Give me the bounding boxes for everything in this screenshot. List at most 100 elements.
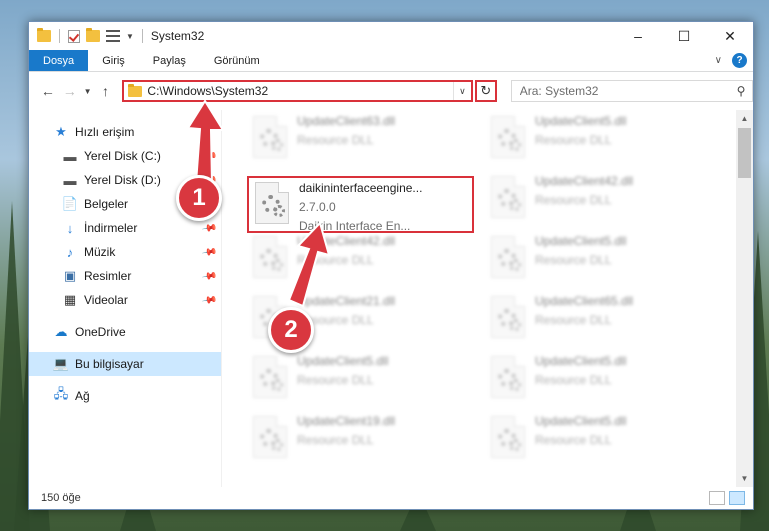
sidebar-item-onedrive[interactable]: ☁ OneDrive bbox=[29, 320, 221, 344]
scroll-up-icon[interactable]: ▲ bbox=[736, 110, 753, 127]
help-icon[interactable]: ? bbox=[732, 53, 747, 68]
up-arrow-icon[interactable]: ↑ bbox=[95, 83, 117, 99]
item-count: 150 öğe bbox=[41, 492, 81, 504]
sidebar-item-videos[interactable]: ▦ Videolar 📌 bbox=[29, 288, 221, 312]
sidebar-item-quick-access[interactable]: ★ Hızlı erişim bbox=[29, 120, 221, 144]
large-icons-view-icon[interactable] bbox=[729, 491, 745, 505]
pin-icon[interactable]: 📌 bbox=[201, 292, 218, 308]
sidebar-item-label: Hızlı erişim bbox=[75, 125, 135, 139]
search-box[interactable]: ⚲ bbox=[510, 80, 753, 102]
tab-share[interactable]: Paylaş bbox=[139, 50, 200, 71]
music-icon: ♪ bbox=[66, 244, 74, 260]
dll-file-icon bbox=[491, 296, 525, 338]
close-button[interactable]: ✕ bbox=[707, 22, 753, 50]
download-icon: ↓ bbox=[66, 220, 74, 236]
sidebar-item-label: Resimler bbox=[84, 269, 132, 283]
search-icon[interactable]: ⚲ bbox=[730, 84, 752, 98]
file-tile[interactable]: UpdateClient42.dll Resource DLL bbox=[247, 228, 477, 288]
file-tile[interactable]: UpdateClient5.dll Resource DLL bbox=[485, 110, 715, 168]
drive-icon: ▬ bbox=[63, 148, 77, 164]
vertical-scrollbar[interactable]: ▲ ▼ bbox=[736, 110, 753, 487]
dll-file-icon bbox=[253, 416, 287, 458]
minimize-button[interactable]: – bbox=[615, 22, 661, 50]
file-tile[interactable]: UpdateClient5.dll Resource DLL bbox=[485, 348, 715, 408]
tab-file[interactable]: Dosya bbox=[29, 50, 89, 71]
sidebar-item-label: Ağ bbox=[75, 389, 90, 403]
refresh-button[interactable]: ↻ bbox=[474, 80, 497, 102]
maximize-button[interactable]: ☐ bbox=[661, 22, 707, 50]
sidebar-item-pictures[interactable]: ▣ Resimler 📌 bbox=[29, 264, 221, 288]
sidebar-item-local-disk-c[interactable]: ▬ Yerel Disk (C:) 📌 bbox=[29, 144, 221, 168]
dll-file-icon bbox=[491, 176, 525, 218]
sidebar-item-label: İndirmeler bbox=[84, 221, 138, 235]
file-tile[interactable]: UpdateClient63.dll Resource DLL bbox=[247, 110, 477, 168]
refresh-icon: ↻ bbox=[480, 83, 492, 98]
dll-file-icon bbox=[253, 356, 287, 398]
scroll-down-icon[interactable]: ▼ bbox=[736, 470, 753, 487]
sidebar-item-label: Bu bilgisayar bbox=[75, 357, 144, 371]
file-tile[interactable]: UpdateClient19.dll Resource DLL bbox=[247, 408, 477, 468]
sidebar-item-this-pc[interactable]: 💻 Bu bilgisayar bbox=[29, 352, 221, 376]
pin-icon[interactable]: 📌 bbox=[201, 220, 218, 236]
videos-icon: ▦ bbox=[63, 292, 77, 307]
file-tile[interactable]: UpdateClient5.dll Resource DLL bbox=[247, 348, 477, 408]
view-icon[interactable] bbox=[106, 30, 120, 42]
status-bar: 150 öğe bbox=[29, 487, 753, 509]
recent-locations-icon[interactable]: ▼ bbox=[81, 87, 95, 96]
folder-icon bbox=[128, 83, 143, 97]
drive-icon: ▬ bbox=[63, 172, 77, 188]
file-list: UpdateClient63.dll Resource DLL UpdateCli… bbox=[222, 110, 753, 487]
back-arrow-icon[interactable]: ← bbox=[37, 83, 59, 99]
dll-file-icon bbox=[491, 416, 525, 458]
computer-icon: 💻 bbox=[52, 356, 70, 371]
dll-file-icon bbox=[491, 236, 525, 278]
dll-file-icon bbox=[253, 116, 287, 158]
ribbon-tabs: Dosya Giriş Paylaş Görünüm ∨ ? bbox=[29, 50, 753, 72]
sidebar-item-label: Müzik bbox=[84, 245, 116, 259]
dll-file-icon bbox=[491, 116, 525, 158]
file-tile[interactable]: UpdateClient65.dll Resource DLL bbox=[485, 288, 715, 348]
address-bar[interactable]: C:\Windows\System32 ∨ bbox=[122, 80, 473, 102]
file-version: 2.7.0.0 bbox=[299, 200, 336, 214]
address-dropdown-icon[interactable]: ∨ bbox=[452, 82, 471, 100]
star-icon: ★ bbox=[55, 124, 67, 139]
sidebar-item-network[interactable]: 🖧 Ağ bbox=[29, 384, 221, 408]
new-folder-icon[interactable] bbox=[86, 28, 100, 42]
dll-file-icon bbox=[255, 182, 289, 224]
pin-icon[interactable]: 📌 bbox=[201, 148, 218, 164]
sidebar-item-label: Videolar bbox=[84, 293, 128, 307]
file-tile[interactable]: UpdateClient42.dll Resource DLL bbox=[485, 168, 715, 228]
navigation-bar: ← → ▼ ↑ C:\Windows\System32 ∨ ↻ ⚲ bbox=[29, 72, 753, 110]
file-explorer-window: ▼ System32 – ☐ ✕ Dosya Giriş Paylaş Görü… bbox=[28, 21, 754, 510]
scrollbar-thumb[interactable] bbox=[738, 128, 751, 178]
step-2-badge: 2 bbox=[268, 307, 314, 353]
pin-icon[interactable]: 📌 bbox=[201, 244, 218, 260]
file-tile[interactable]: UpdateClient5.dll Resource DLL bbox=[485, 228, 715, 288]
sidebar-item-label: Yerel Disk (D:) bbox=[84, 173, 161, 187]
expand-ribbon-icon[interactable]: ∨ bbox=[715, 55, 722, 66]
file-tile-daikin[interactable]: daikininterfaceengine... 2.7.0.0 Daikin … bbox=[247, 176, 474, 233]
address-path[interactable]: C:\Windows\System32 bbox=[147, 84, 452, 98]
search-input[interactable] bbox=[519, 84, 730, 98]
title-bar: ▼ System32 – ☐ ✕ bbox=[29, 22, 753, 50]
pin-icon[interactable]: 📌 bbox=[201, 268, 218, 284]
forward-arrow-icon[interactable]: → bbox=[59, 83, 81, 99]
pictures-icon: ▣ bbox=[63, 268, 77, 283]
sidebar-item-music[interactable]: ♪ Müzik 📌 bbox=[29, 240, 221, 264]
divider bbox=[59, 29, 60, 43]
details-view-icon[interactable] bbox=[709, 491, 725, 505]
step-1-badge: 1 bbox=[176, 175, 222, 221]
properties-check-icon[interactable] bbox=[68, 29, 80, 43]
tab-home[interactable]: Giriş bbox=[88, 50, 139, 71]
quick-access-dropdown-icon[interactable]: ▼ bbox=[126, 32, 134, 41]
sidebar-item-label: OneDrive bbox=[75, 325, 126, 339]
tab-view[interactable]: Görünüm bbox=[200, 50, 274, 71]
cloud-icon: ☁ bbox=[54, 324, 68, 339]
file-tile[interactable]: UpdateClient5.dll Resource DLL bbox=[485, 408, 715, 468]
file-name: daikininterfaceengine... bbox=[299, 181, 423, 195]
documents-icon: 📄 bbox=[61, 196, 79, 211]
sidebar-item-label: Belgeler bbox=[84, 197, 129, 211]
dll-file-icon bbox=[491, 356, 525, 398]
folder-icon[interactable] bbox=[37, 28, 51, 42]
network-icon: 🖧 bbox=[53, 386, 69, 401]
